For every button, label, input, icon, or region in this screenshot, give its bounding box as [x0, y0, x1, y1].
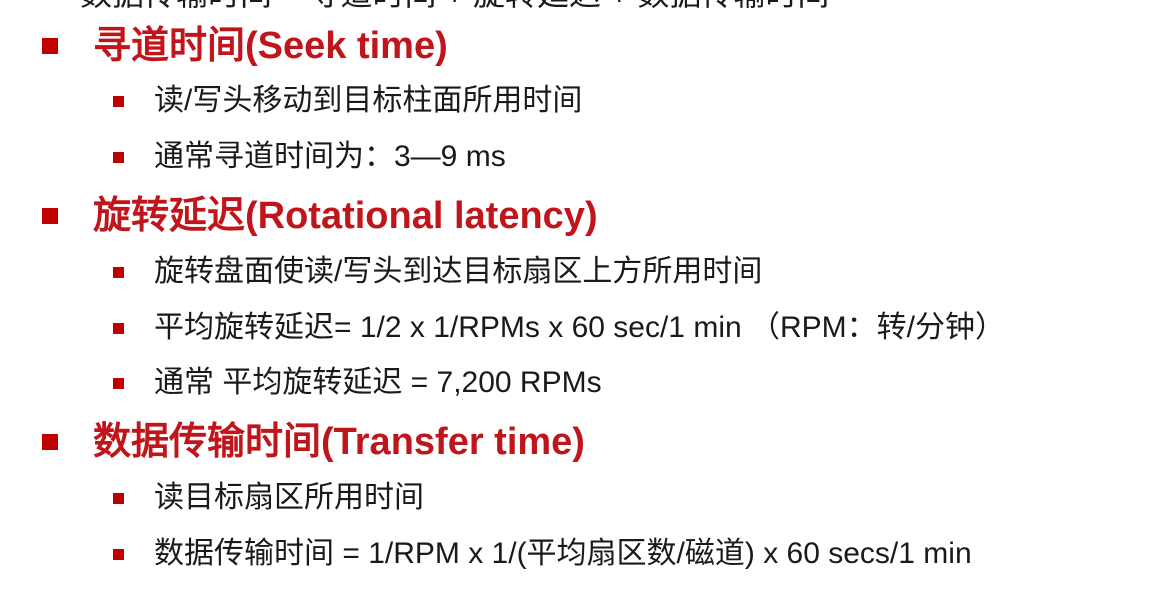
list-item-text: 读目标扇区所用时间 [154, 481, 424, 514]
square-bullet-icon [113, 322, 124, 334]
section-heading-transfer-time: 数据传输时间(Transfer time) [42, 414, 585, 470]
list-item: 读/写头移动到目标柱面所用时间 [113, 79, 582, 123]
section-heading-seek-time: 寻道时间(Seek time) [42, 18, 448, 74]
list-item: 通常 平均旋转延迟 = 7,200 RPMs [113, 361, 602, 405]
list-item: 平均旋转延迟= 1/2 x 1/RPMs x 60 sec/1 min （RPM… [113, 306, 1005, 350]
list-item-text: 读/写头移动到目标柱面所用时间 [154, 84, 583, 117]
square-bullet-icon [113, 377, 124, 389]
square-bullet-icon [113, 266, 124, 278]
square-bullet-icon [42, 208, 58, 224]
slide: 数据传输时间 = 寻道时间 + 旋转延迟 + 数据传输时间 寻道时间(Seek … [0, 0, 1167, 590]
square-bullet-icon [42, 38, 58, 54]
list-item: 通常寻道时间为：3—9 ms [113, 135, 506, 179]
list-item: 读目标扇区所用时间 [113, 476, 424, 520]
square-bullet-icon [42, 434, 58, 450]
heading-text: 旋转延迟(Rotational latency) [93, 195, 598, 237]
list-item-text: 通常寻道时间为：3—9 ms [154, 140, 506, 173]
square-bullet-icon [113, 151, 124, 163]
square-bullet-icon [113, 492, 124, 504]
heading-text: 数据传输时间(Transfer time) [93, 421, 585, 463]
cutoff-text-line: 数据传输时间 = 寻道时间 + 旋转延迟 + 数据传输时间 [80, 0, 829, 14]
list-item-text: 旋转盘面使读/写头到达目标扇区上方所用时间 [154, 255, 763, 288]
list-item-text: 平均旋转延迟= 1/2 x 1/RPMs x 60 sec/1 min （RPM… [154, 311, 1006, 344]
list-item-text: 通常 平均旋转延迟 = 7,200 RPMs [154, 366, 602, 399]
list-item: 旋转盘面使读/写头到达目标扇区上方所用时间 [113, 250, 762, 294]
list-item-text: 数据传输时间 = 1/RPM x 1/(平均扇区数/磁道) x 60 secs/… [154, 537, 972, 570]
list-item: 数据传输时间 = 1/RPM x 1/(平均扇区数/磁道) x 60 secs/… [113, 532, 972, 576]
square-bullet-icon [113, 548, 124, 560]
section-heading-rotational-latency: 旋转延迟(Rotational latency) [42, 188, 598, 244]
heading-text: 寻道时间(Seek time) [93, 25, 448, 67]
square-bullet-icon [113, 95, 124, 107]
